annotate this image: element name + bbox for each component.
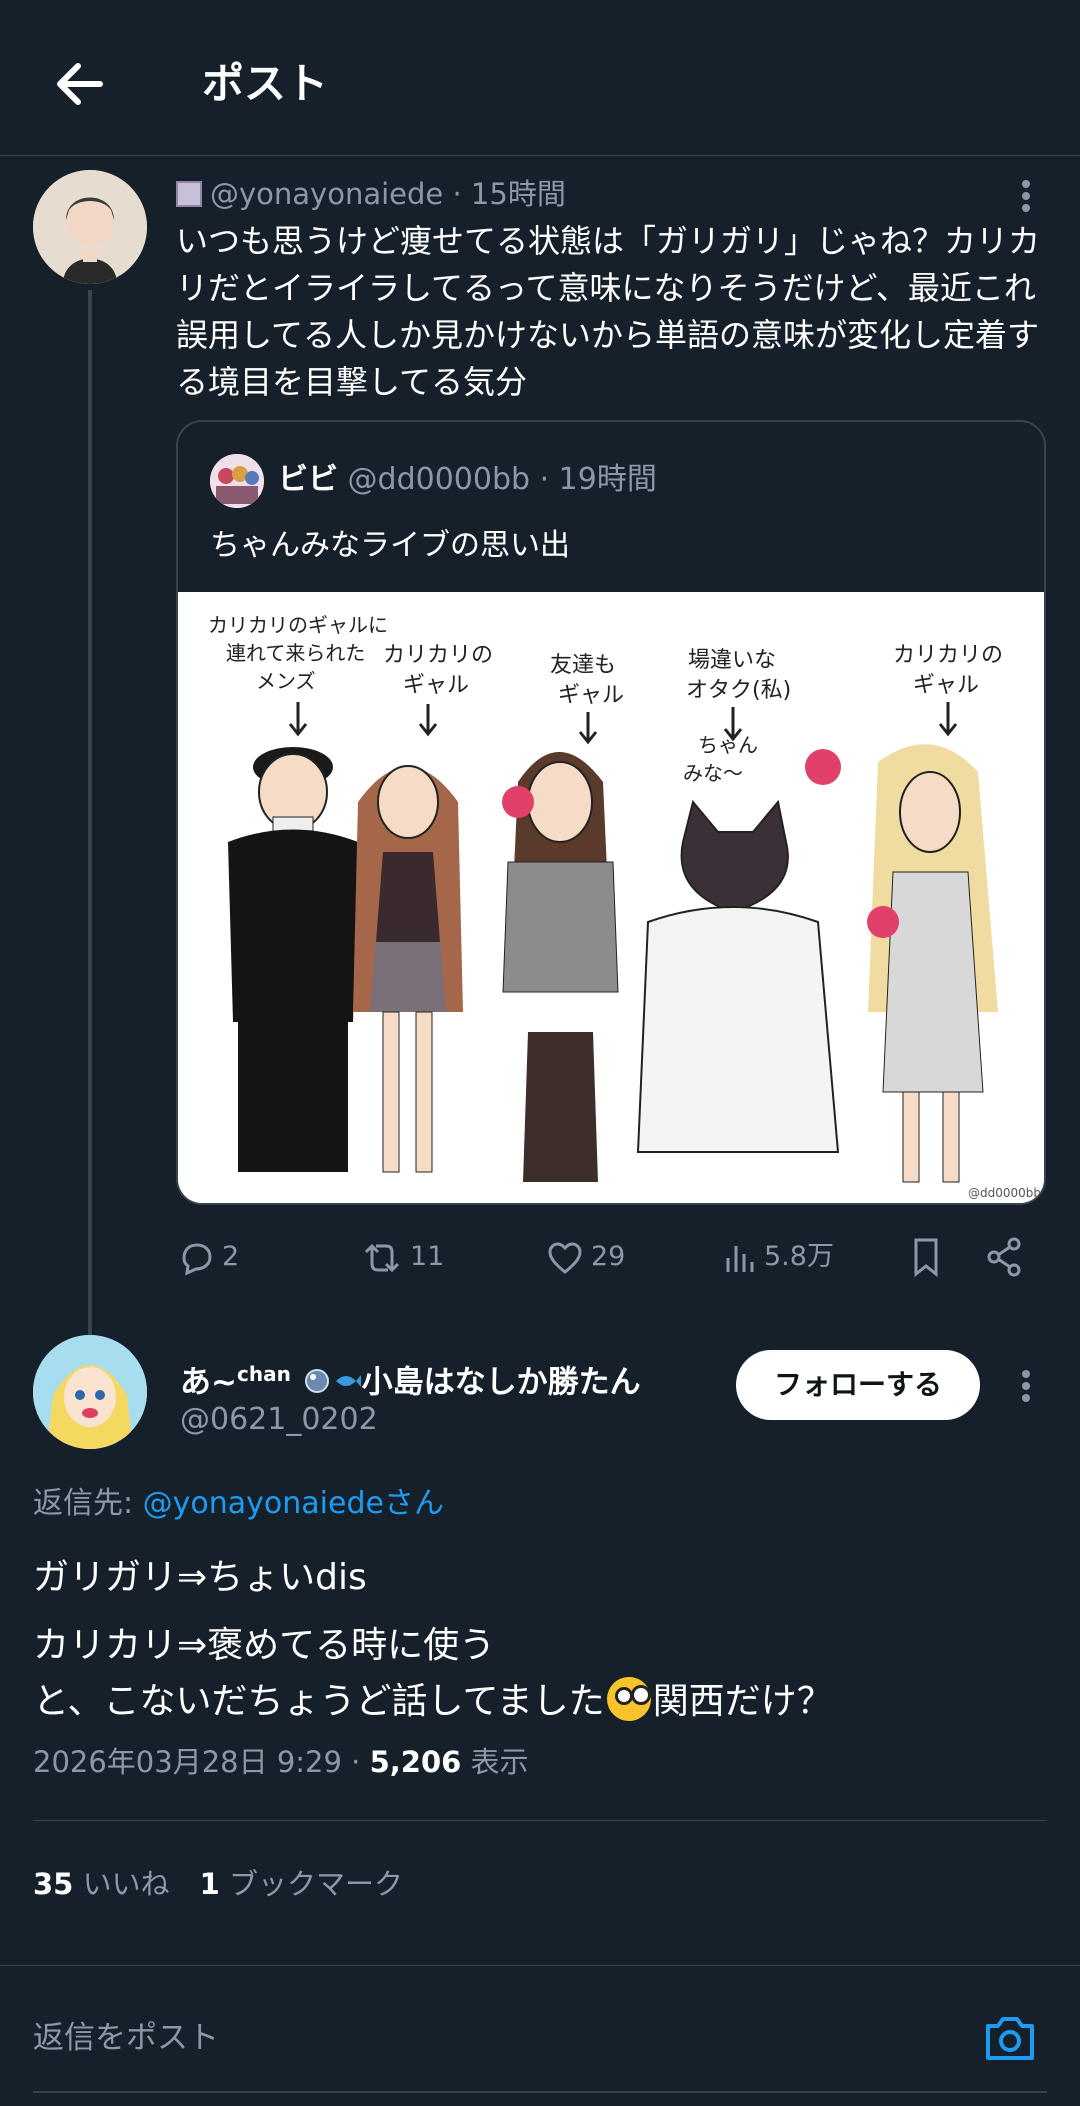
thread-connector <box>88 290 92 1335</box>
post-body: ガリガリ⇒ちょいdis カリカリ⇒褒めてる時に使う と、こないだちょうど話してま… <box>33 1550 1043 1730</box>
image-watermark: @dd0000bb <box>968 1186 1041 1200</box>
quoted-post[interactable]: ビビ @dd0000bb · 19時間 ちゃんみなライブの思い出 カリカリのギャ… <box>176 420 1046 1205</box>
repost-icon <box>364 1243 400 1272</box>
avatar[interactable] <box>210 454 264 508</box>
views-action[interactable]: 5.8万 <box>722 1232 834 1282</box>
more-options-icon[interactable] <box>1006 176 1046 216</box>
share-icon[interactable] <box>984 1232 1024 1282</box>
flag-emoji-icon <box>176 181 202 207</box>
arrow-left-icon[interactable] <box>48 52 112 116</box>
reply-composer: 返信をポスト <box>0 1965 1080 2106</box>
post-timestamp: 2026年03月28日 9:29 · 5,206 表示 <box>33 1745 529 1779</box>
views-icon <box>726 1245 754 1272</box>
page-title: ポスト <box>202 59 329 108</box>
quoted-post-text: ちゃんみなライブの思い出 <box>210 528 570 563</box>
author-name[interactable]: あ~chan 小島はなしか勝たん <box>180 1352 641 1404</box>
bookmark-icon[interactable] <box>906 1232 946 1282</box>
follow-button[interactable]: フォローする <box>736 1350 980 1420</box>
divider <box>33 1820 1047 1821</box>
quoted-post-meta: ビビ @dd0000bb · 19時間 <box>278 458 657 502</box>
engagement-stats[interactable]: 35 いいね 1 ブックマーク <box>33 1862 403 1906</box>
fish-icon <box>335 1375 361 1388</box>
illustration-image[interactable]: カリカリのギャルに連れて来られたメンズ カリカリのギャル 友達もギャル 場違いな… <box>178 592 1044 1203</box>
reply-icon <box>182 1242 212 1275</box>
reply-action[interactable]: 2 <box>176 1232 239 1282</box>
like-action[interactable]: 29 <box>545 1232 625 1282</box>
camera-icon[interactable] <box>980 2010 1040 2066</box>
body-line: カリカリ⇒褒めてる時に使う <box>33 1625 496 1666</box>
post-author-meta[interactable]: @yonayonaiede · 15時間 <box>176 174 566 214</box>
body-line: ガリガリ⇒ちょいdis <box>33 1557 367 1598</box>
more-options-icon[interactable] <box>1006 1366 1046 1406</box>
reply-to-line: 返信先: @yonayonaiedeさん <box>33 1486 444 1521</box>
body-line: と、こないだちょうど話してました 関西だけ？ <box>33 1674 1043 1730</box>
avatar[interactable] <box>33 170 147 284</box>
repost-action[interactable]: 11 <box>360 1232 444 1282</box>
top-bar: ポスト <box>0 0 1080 156</box>
reply-input[interactable]: 返信をポスト <box>33 2016 219 2060</box>
face-emoji-icon <box>606 1677 651 1721</box>
avatar[interactable] <box>33 1335 147 1449</box>
quoted-author-handle: @dd0000bb · 19時間 <box>347 462 657 497</box>
author-handle[interactable]: @0621_0202 <box>180 1398 378 1442</box>
divider <box>33 2091 1047 2093</box>
heart-icon <box>548 1241 582 1274</box>
quoted-author-name: ビビ <box>278 462 338 497</box>
bubble-icon <box>304 1369 329 1394</box>
reply-to-link[interactable]: @yonayonaiedeさん <box>143 1486 444 1521</box>
post-text: いつも思うけど痩せてる状態は「ガリガリ」じゃね？カリカリだとイライラしてるって意… <box>176 222 1041 401</box>
